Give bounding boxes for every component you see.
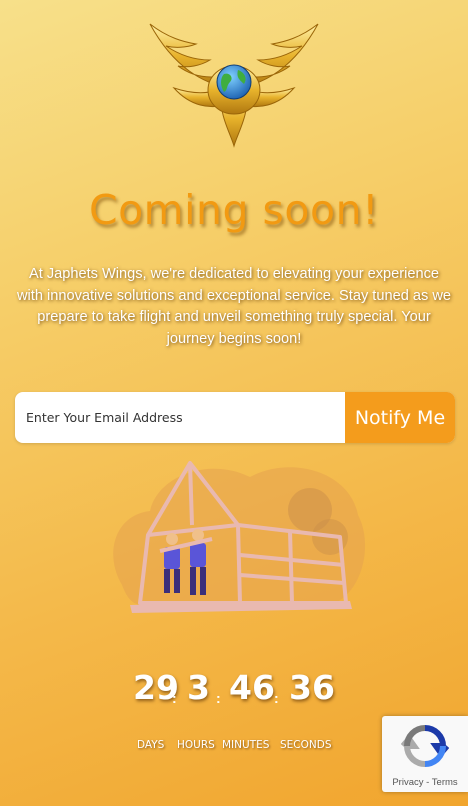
page-title: Coming soon! (88, 186, 380, 234)
privacy-link[interactable]: Privacy (392, 777, 423, 788)
countdown-seconds: 36 (289, 668, 335, 707)
countdown-separator: : (172, 690, 177, 706)
recaptcha-badge[interactable]: Privacy - Terms (382, 716, 468, 792)
label-hours: HOURS (177, 739, 215, 751)
countdown-timer: 29 : 3 : 46 : 36 (0, 668, 468, 708)
winged-globe-logo (149, 23, 319, 148)
countdown-minutes: 46 (229, 668, 275, 707)
label-seconds: SECONDS (280, 739, 332, 751)
description-text: At Japhets Wings, we're dedicated to ele… (16, 266, 451, 347)
recaptcha-links: Privacy - Terms (382, 777, 468, 788)
links-separator: - (423, 777, 432, 788)
label-days: DAYS (137, 739, 165, 751)
recaptcha-icon (401, 725, 449, 767)
email-input[interactable] (15, 392, 346, 443)
house-construction-illustration (113, 461, 366, 613)
countdown-separator: : (216, 690, 221, 706)
notify-me-button[interactable]: Notify Me (345, 392, 455, 443)
countdown-separator: : (274, 690, 279, 706)
label-minutes: MINUTES (222, 739, 270, 751)
subscribe-form: Notify Me (15, 392, 455, 443)
countdown-hours: 3 (187, 668, 210, 707)
terms-link[interactable]: Terms (432, 777, 458, 788)
